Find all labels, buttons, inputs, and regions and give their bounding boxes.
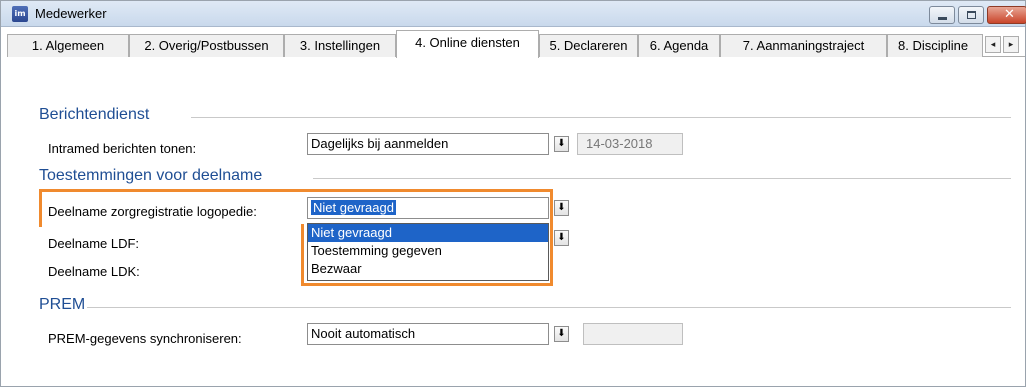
tab-algemeen[interactable]: 1. Algemeen: [7, 34, 129, 57]
prem-synchroniseren-label: PREM-gegevens synchroniseren:: [48, 331, 242, 346]
prem-synchroniseren-select[interactable]: Nooit automatisch: [307, 323, 549, 345]
tab-instellingen[interactable]: 3. Instellingen: [284, 34, 396, 57]
tab-scroll-right-icon[interactable]: ▸: [1003, 36, 1019, 53]
selected-value: Niet gevraagd: [311, 200, 396, 215]
section-divider: [313, 178, 1011, 179]
minimize-button[interactable]: [929, 6, 955, 24]
maximize-icon: [967, 11, 976, 19]
tab-overig-postbussen[interactable]: 2. Overig/Postbussen: [129, 34, 284, 57]
dropdown-option-bezwaar[interactable]: Bezwaar: [308, 260, 548, 278]
zorgregistratie-logopedie-label: Deelname zorgregistratie logopedie:: [48, 204, 257, 219]
medewerker-window: im Medewerker ✕ 1. Algemeen 2. Overig/Po…: [0, 0, 1026, 387]
section-divider: [191, 117, 1011, 118]
deelname-ldk-label: Deelname LDK:: [48, 264, 140, 279]
deelname-ldf-label: Deelname LDF:: [48, 236, 140, 251]
dropdown-arrow-icon[interactable]: ⬇: [554, 136, 569, 152]
title-bar: im Medewerker ✕: [1, 1, 1026, 27]
berichten-date-field[interactable]: 14-03-2018: [577, 133, 683, 155]
section-title-berichtendienst: Berichtendienst: [39, 106, 150, 123]
close-icon: ✕: [1004, 7, 1015, 22]
dropdown-arrow-icon[interactable]: ⬇: [554, 200, 569, 216]
window-title: Medewerker: [35, 6, 107, 21]
intramed-berichten-select[interactable]: Dagelijks bij aanmelden: [307, 133, 549, 155]
minimize-icon: [938, 17, 947, 20]
app-icon: im: [12, 6, 28, 22]
section-title-prem: PREM: [39, 296, 86, 313]
dropdown-option-niet-gevraagd[interactable]: Niet gevraagd: [308, 224, 548, 242]
section-title-toestemmingen: Toestemmingen voor deelname: [39, 167, 263, 184]
section-divider: [87, 307, 1011, 308]
intramed-berichten-label: Intramed berichten tonen:: [48, 141, 197, 156]
prem-date-field[interactable]: [583, 323, 683, 345]
zorgregistratie-logopedie-select[interactable]: Niet gevraagd: [307, 197, 549, 219]
dropdown-list: Niet gevraagd Toestemming gegeven Bezwaa…: [307, 223, 549, 281]
dropdown-arrow-icon[interactable]: ⬇: [554, 326, 569, 342]
close-button[interactable]: ✕: [987, 6, 1026, 24]
tab-discipline[interactable]: 8. Discipline: [887, 34, 983, 57]
dropdown-option-toestemming-gegeven[interactable]: Toestemming gegeven: [308, 242, 548, 260]
tab-online-diensten[interactable]: 4. Online diensten: [396, 30, 539, 58]
tab-scroll-left-icon[interactable]: ◂: [985, 36, 1001, 53]
dropdown-arrow-icon[interactable]: ⬇: [554, 230, 569, 246]
tab-aanmaningstraject[interactable]: 7. Aanmaningstraject: [720, 34, 887, 57]
tab-declareren[interactable]: 5. Declareren: [539, 34, 638, 57]
maximize-button[interactable]: [958, 6, 984, 24]
tab-agenda[interactable]: 6. Agenda: [638, 34, 720, 57]
